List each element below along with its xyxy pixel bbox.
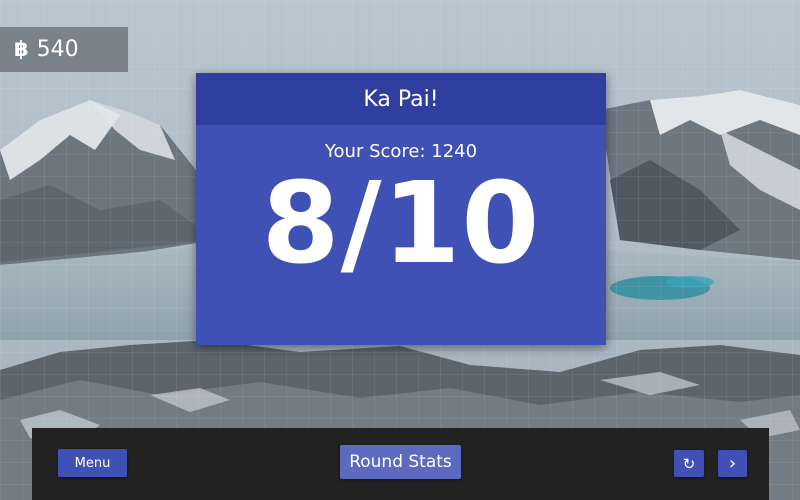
round-stats-button[interactable]: Round Stats: [340, 445, 461, 479]
next-button[interactable]: ›: [718, 450, 747, 477]
retry-button[interactable]: ↻: [674, 450, 704, 477]
chevron-right-icon: ›: [728, 453, 737, 474]
result-title: Ka Pai!: [363, 86, 439, 112]
coin-icon: ฿: [14, 37, 29, 61]
result-header: Ka Pai!: [196, 73, 606, 125]
coin-counter: ฿ 540: [0, 27, 128, 72]
correct-answers-count: 8/10: [261, 159, 541, 289]
bottom-bar: Menu Round Stats ↻ ›: [32, 428, 769, 500]
menu-button[interactable]: Menu: [58, 449, 127, 477]
coin-value: 540: [36, 37, 79, 62]
refresh-icon: ↻: [682, 454, 696, 473]
result-card: Ka Pai! Your Score: 1240 8/10: [196, 73, 606, 345]
